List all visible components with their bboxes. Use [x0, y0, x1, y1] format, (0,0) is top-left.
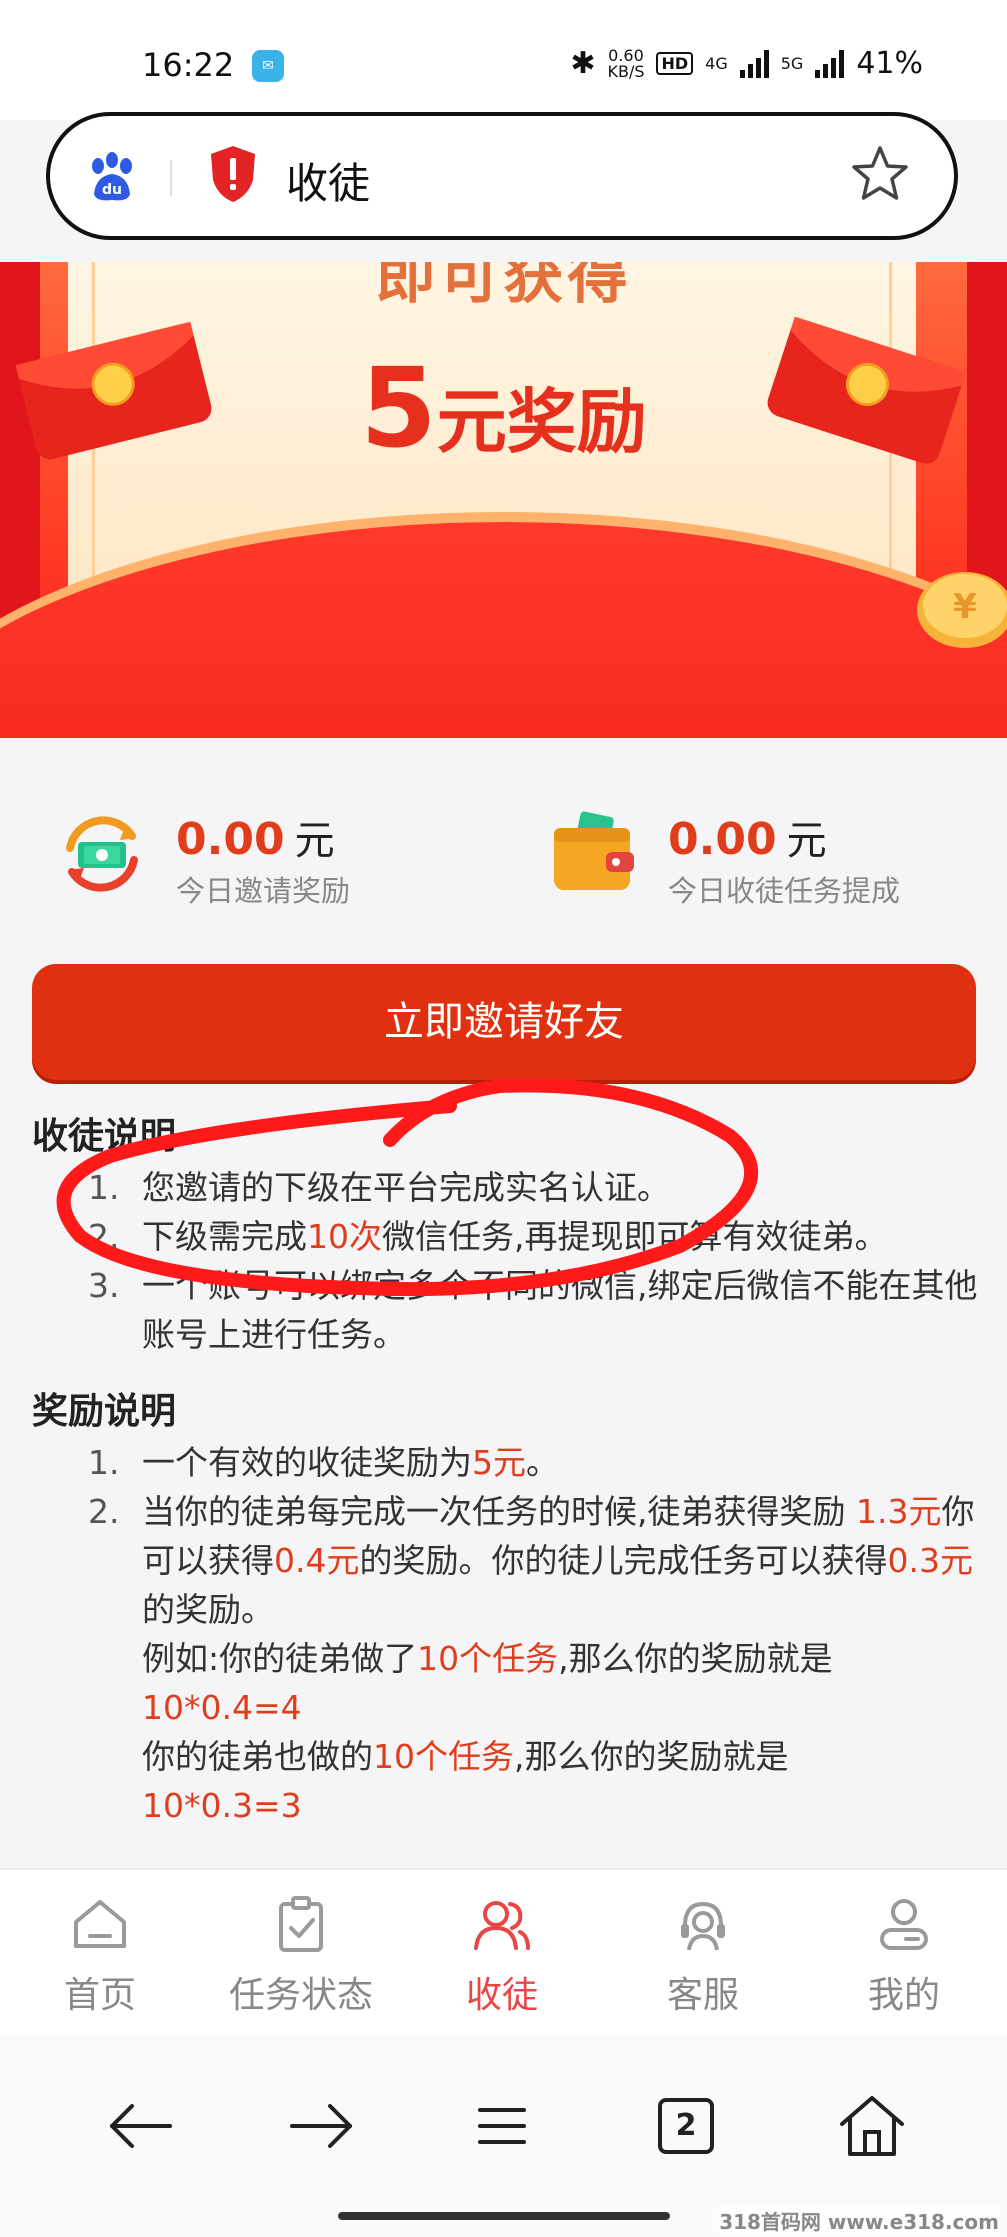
tab-count: 2 — [675, 2108, 697, 2143]
tab-customer-service[interactable]: 客服 — [603, 1892, 803, 2018]
watermark: 318首码网 www.e318.com — [719, 2206, 999, 2235]
tab-home[interactable]: 首页 — [0, 1892, 200, 2018]
forward-button[interactable] — [282, 2086, 362, 2166]
tabs-button[interactable]: 2 — [646, 2086, 726, 2166]
arrow-left-icon — [110, 2104, 172, 2148]
tab-profile[interactable]: 我的 — [804, 1892, 1004, 2018]
hd-badge: HD — [656, 52, 694, 75]
example-2: 你的徒弟也做的10个任务,那么你的奖励就是 — [142, 1737, 789, 1776]
home-indicator[interactable] — [338, 2212, 670, 2220]
net-type-1: 4G — [705, 53, 728, 73]
list-item: 2. 当你的徒弟每完成一次任务的时候,徒弟获得奖励 1.3元你可以获得0.4元的… — [32, 1487, 982, 1830]
list-item: 1. 一个有效的收徒奖励为5元。 — [88, 1443, 559, 1482]
users-icon — [474, 1901, 530, 1950]
app-notification-icon: ✉ — [252, 50, 284, 82]
promo-banner: 即可获得 5元奖励 ¥ — [0, 262, 1007, 738]
bottom-tab-bar: 首页 任务状态 收徒 客服 我的 — [0, 1868, 1007, 2038]
reward-section-title: 奖励说明 — [32, 1391, 177, 1432]
tab-apprentice[interactable]: 收徒 — [402, 1892, 602, 2018]
url-divider — [170, 160, 172, 196]
reward-rules-list: 1. 一个有效的收徒奖励为5元。 2. 当你的徒弟每完成一次任务的时候,徒弟获得… — [32, 1438, 982, 1830]
home-icon — [74, 1900, 126, 1948]
list-item: 3. 一个账号可以绑定多个不同的微信,绑定后微信不能在其他账号上进行任务。 — [88, 1266, 978, 1354]
svg-text:¥: ¥ — [953, 587, 977, 627]
browser-address-bar[interactable]: du 收徒 — [46, 112, 958, 240]
menu-button[interactable] — [462, 2086, 542, 2166]
money-exchange-icon — [66, 816, 138, 892]
user-profile-icon — [880, 1899, 928, 1950]
task-commission-value: 0.00 — [668, 814, 777, 865]
bluetooth-icon: ✱ — [570, 46, 596, 81]
network-speed: 0.60 KB/S — [607, 45, 645, 81]
svg-text:du: du — [102, 182, 122, 198]
browser-home-button[interactable] — [832, 2086, 912, 2166]
status-indicators: ✱ 0.60 KB/S HD 4G 5G 41% — [570, 46, 923, 81]
task-commission-label: 今日收徒任务提成 — [668, 874, 901, 908]
page-title: 收徒 — [286, 159, 371, 208]
gold-coin-icon: ¥ — [917, 572, 1007, 648]
bookmark-star-icon[interactable] — [848, 142, 912, 206]
example-1: 例如:你的徒弟做了10个任务,那么你的奖励就是 — [142, 1639, 833, 1678]
banner-top-text: 即可获得 — [375, 262, 632, 312]
battery-level: 41% — [856, 46, 923, 81]
instructions: 收徒说明 1. 您邀请的下级在平台完成实名认证。 2. 下级需完成10次微信任务… — [32, 1112, 982, 1858]
signal-icon — [815, 49, 845, 78]
menu-icon — [478, 2108, 526, 2144]
tab-task-status[interactable]: 任务状态 — [201, 1892, 401, 2018]
earnings-stats: 0.00 元 今日邀请奖励 0.00 元 今日收徒任务提成 — [0, 738, 1007, 938]
apprentice-section-title: 收徒说明 — [32, 1116, 177, 1157]
status-time: 16:22 — [142, 46, 235, 84]
list-item: 1. 您邀请的下级在平台完成实名认证。 — [88, 1168, 670, 1207]
baidu-paw-icon[interactable]: du — [84, 148, 140, 204]
invite-reward-value: 0.00 — [176, 814, 285, 865]
list-item: 2. 下级需完成10次微信任务,再提现即可算有效徒弟。 — [88, 1217, 888, 1256]
headset-icon — [681, 1901, 725, 1951]
wallet-icon — [554, 811, 634, 890]
invite-friends-button[interactable]: 立即邀请好友 — [32, 964, 976, 1080]
back-button[interactable] — [100, 2086, 180, 2166]
example-1-formula: 10*0.4=4 — [142, 1688, 302, 1727]
security-shield-icon[interactable] — [208, 144, 258, 204]
status-bar: 16:22 ✉ ✱ 0.60 KB/S HD 4G 5G 41% — [0, 0, 1007, 120]
example-2-formula: 10*0.3=3 — [142, 1786, 302, 1825]
net-type-2: 5G — [780, 53, 804, 73]
arrow-right-icon — [290, 2104, 352, 2148]
signal-icon — [739, 49, 769, 78]
invite-reward-label: 今日邀请奖励 — [176, 874, 351, 908]
home-icon — [840, 2096, 904, 2156]
clipboard-check-icon — [279, 1896, 323, 1952]
apprentice-rules-list: 1. 您邀请的下级在平台完成实名认证。 2. 下级需完成10次微信任务,再提现即… — [32, 1163, 982, 1359]
